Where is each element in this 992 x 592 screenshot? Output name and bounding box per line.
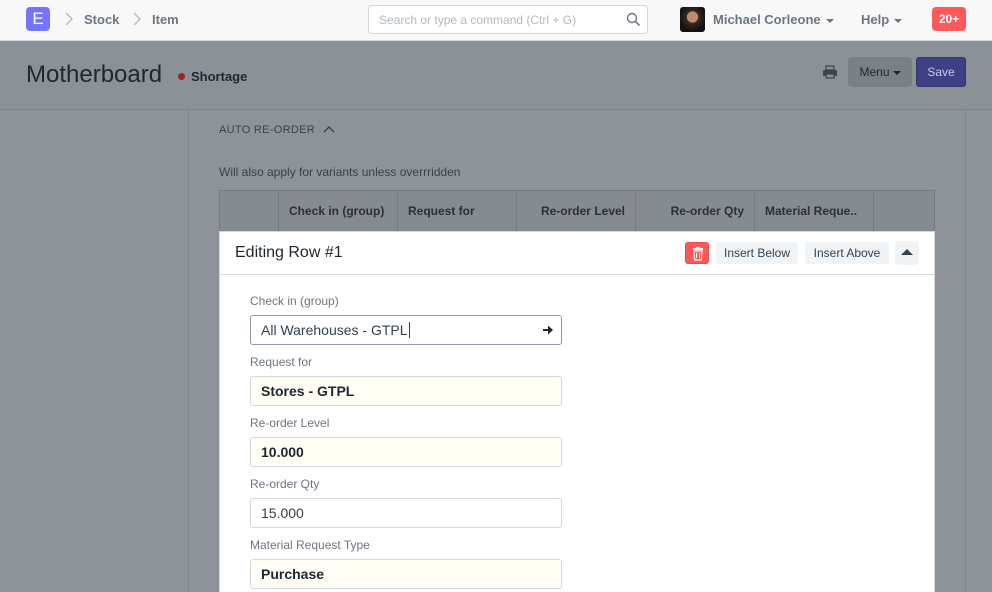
grid-column-request-for: Request for — [398, 191, 517, 232]
search-input[interactable] — [369, 6, 619, 33]
delete-row-button[interactable] — [685, 242, 709, 264]
insert-below-button[interactable]: Insert Below — [716, 242, 798, 264]
user-name-label: Michael Corleone — [713, 12, 821, 27]
page-head: Motherboard Shortage Menu Save — [0, 41, 992, 110]
navbar: E Stock Item Michael Corleone Help 20+ — [0, 0, 992, 41]
notification-badge[interactable]: 20+ — [932, 7, 966, 31]
reorder-qty-field[interactable]: 15.000 — [250, 498, 562, 528]
search-icon[interactable] — [626, 12, 641, 27]
print-icon[interactable] — [822, 65, 838, 79]
editing-row-header: Editing Row #1 Insert Below Insert Above — [220, 232, 934, 275]
save-button[interactable]: Save — [916, 57, 966, 87]
caret-down-icon — [825, 18, 834, 23]
grid-column-row-index — [220, 191, 279, 232]
status-dot-icon — [178, 73, 185, 80]
arrow-right-icon[interactable] — [542, 324, 554, 336]
chevron-up-icon[interactable] — [323, 124, 335, 134]
caret-up-icon — [901, 249, 913, 255]
caret-down-icon — [892, 70, 901, 75]
request-for-field[interactable]: Stores - GTPL — [250, 376, 562, 406]
search-bar — [368, 5, 648, 34]
help-menu[interactable]: Help — [861, 12, 903, 27]
section-description: Will also apply for variants unless over… — [219, 165, 461, 179]
field-label-reorder-qty: Re-order Qty — [250, 477, 320, 491]
grid-column-reorder-level: Re-order Level — [517, 191, 636, 232]
user-menu[interactable]: Michael Corleone — [713, 12, 834, 27]
breadcrumb-stock[interactable]: Stock — [84, 12, 119, 27]
reorder-level-field[interactable]: 10.000 — [250, 437, 562, 467]
check-in-group-field[interactable]: All Warehouses - GTPL — [250, 315, 562, 345]
menu-button[interactable]: Menu — [848, 57, 912, 87]
grid-column-material-request-type: Material Reque.. — [755, 191, 874, 232]
field-label-request-for: Request for — [250, 355, 313, 369]
avatar[interactable] — [680, 7, 705, 32]
menu-label: Menu — [859, 65, 890, 79]
editing-row-panel: Editing Row #1 Insert Below Insert Above… — [219, 231, 935, 592]
material-request-type-select[interactable]: Purchase — [250, 559, 562, 589]
section-title[interactable]: AUTO RE-ORDER — [219, 124, 315, 136]
collapse-row-button[interactable] — [895, 241, 919, 265]
app-logo[interactable]: E — [26, 7, 50, 31]
chevron-right-icon — [133, 12, 141, 26]
status-label: Shortage — [191, 69, 248, 84]
field-label-reorder-level: Re-order Level — [250, 416, 330, 430]
trash-icon — [693, 247, 703, 261]
status-indicator: Shortage — [178, 69, 247, 84]
insert-above-button[interactable]: Insert Above — [805, 242, 889, 264]
editing-row-title: Editing Row #1 — [235, 244, 343, 261]
help-label: Help — [861, 12, 890, 27]
page-title: Motherboard — [26, 61, 163, 88]
field-label-check-in: Check in (group) — [250, 294, 339, 308]
breadcrumb-item[interactable]: Item — [152, 12, 179, 27]
field-label-material-request-type: Material Request Type — [250, 538, 370, 552]
chevron-right-icon — [65, 12, 73, 26]
grid-column-reorder-qty: Re-order Qty — [636, 191, 755, 232]
text-cursor — [408, 322, 410, 338]
check-in-group-value: All Warehouses - GTPL — [261, 322, 408, 338]
caret-down-icon — [894, 18, 903, 23]
grid-column-check-in: Check in (group) — [279, 191, 398, 232]
grid-header: Check in (group) Request for Re-order Le… — [219, 190, 935, 232]
